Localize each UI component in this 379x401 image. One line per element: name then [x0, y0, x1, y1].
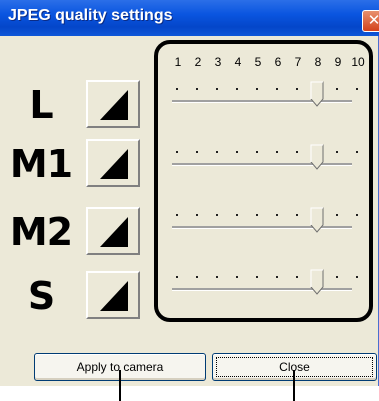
size-label: M2 [9, 210, 73, 254]
slider-highlight-frame [154, 40, 373, 322]
window-title: JPEG quality settings [8, 7, 173, 24]
size-label: S [27, 274, 55, 318]
quality-wedge-icon[interactable] [86, 271, 140, 319]
size-label: M1 [9, 142, 73, 186]
size-row-m1: M1 [0, 136, 160, 192]
close-icon[interactable]: ✕ [362, 10, 379, 32]
quality-wedge-icon[interactable] [86, 80, 140, 128]
title-bar[interactable]: JPEG quality settings ✕ [0, 0, 379, 36]
quality-wedge-icon[interactable] [86, 207, 140, 255]
size-label: L [29, 83, 53, 127]
size-row-s: S [0, 268, 160, 324]
close-pointer-line [293, 370, 295, 401]
size-row-m2: M2 [0, 204, 160, 260]
apply-pointer-line [119, 370, 121, 401]
jpeg-quality-dialog: JPEG quality settings ✕ L M1 M2 S 1 2 3 … [0, 0, 379, 386]
size-row-l: L [0, 77, 160, 133]
quality-wedge-icon[interactable] [86, 139, 140, 187]
